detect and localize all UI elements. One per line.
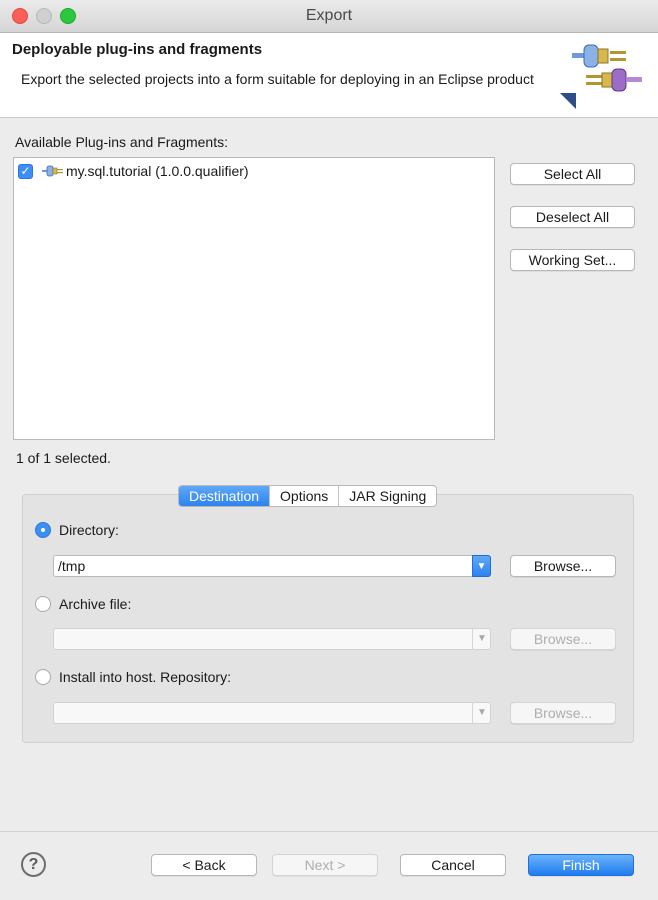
plugin-name: my.sql.tutorial (1.0.0.qualifier) <box>66 163 249 179</box>
working-set-button[interactable]: Working Set... <box>510 249 635 271</box>
back-button[interactable]: < Back <box>151 854 257 876</box>
tab-options[interactable]: Options <box>270 486 340 506</box>
directory-combo[interactable]: /tmp ▼ <box>53 555 491 577</box>
chevron-down-icon[interactable]: ▼ <box>472 555 491 577</box>
footer-divider <box>0 831 658 832</box>
plugin-icon <box>42 165 63 177</box>
install-repository-label: Install into host. Repository: <box>59 669 231 685</box>
directory-label: Directory: <box>59 522 119 538</box>
directory-browse-button[interactable]: Browse... <box>510 555 616 577</box>
archive-file-label: Archive file: <box>59 596 132 612</box>
available-plugins-label: Available Plug-ins and Fragments: <box>15 134 228 150</box>
next-button[interactable]: Next > <box>272 854 378 876</box>
wizard-description: Export the selected projects into a form… <box>21 71 534 87</box>
wizard-header: Deployable plug-ins and fragments Export… <box>0 33 658 118</box>
select-all-button[interactable]: Select All <box>510 163 635 185</box>
tab-bar: Destination Options JAR Signing <box>178 485 438 507</box>
help-icon[interactable]: ? <box>21 852 46 877</box>
wizard-title: Deployable plug-ins and fragments <box>12 41 263 58</box>
directory-value: /tmp <box>58 558 86 574</box>
install-repository-combo[interactable]: ▼ <box>53 702 491 724</box>
chevron-down-icon[interactable]: ▼ <box>472 702 491 724</box>
archive-file-combo[interactable]: ▼ <box>53 628 491 650</box>
selection-status: 1 of 1 selected. <box>16 450 111 466</box>
install-repository-radio[interactable] <box>35 669 51 685</box>
archive-browse-button[interactable]: Browse... <box>510 628 616 650</box>
window-title: Export <box>305 7 353 24</box>
plugin-export-icon <box>560 44 642 109</box>
chevron-down-icon[interactable]: ▼ <box>472 628 491 650</box>
repository-browse-button[interactable]: Browse... <box>510 702 616 724</box>
plugin-list[interactable]: ✓ my.sql.tutorial (1.0.0.qualifier) <box>13 157 495 440</box>
list-item[interactable]: ✓ my.sql.tutorial (1.0.0.qualifier) <box>18 161 249 181</box>
finish-button[interactable]: Finish <box>528 854 634 876</box>
title-bar: Export <box>0 0 658 33</box>
plugin-checkbox[interactable]: ✓ <box>18 163 33 179</box>
tab-destination[interactable]: Destination <box>179 486 271 506</box>
tab-jar-signing[interactable]: JAR Signing <box>339 486 436 506</box>
archive-file-radio[interactable] <box>35 596 51 612</box>
cancel-button[interactable]: Cancel <box>400 854 506 876</box>
deselect-all-button[interactable]: Deselect All <box>510 206 635 228</box>
directory-radio[interactable] <box>35 522 51 538</box>
